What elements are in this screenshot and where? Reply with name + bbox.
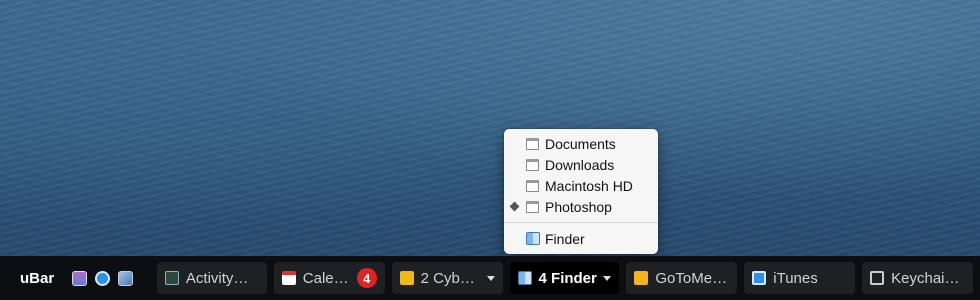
desktop-wallpaper xyxy=(0,0,980,256)
task-finder[interactable]: 4 Finder xyxy=(509,262,620,294)
task-label: iTunes xyxy=(773,269,818,287)
window-icon xyxy=(526,137,539,150)
current-window-diamond-icon xyxy=(509,201,520,212)
menu-item-label: Documents xyxy=(545,135,616,152)
task-label: Activity… xyxy=(185,269,249,287)
chevron-down-icon[interactable] xyxy=(486,276,495,281)
finder-window-menu: Documents Downloads Macintosh HD Photosh… xyxy=(504,129,658,254)
chevron-down-icon[interactable] xyxy=(603,276,612,281)
gotomeeting-icon xyxy=(634,271,649,285)
finder-icon xyxy=(526,232,540,245)
finder-icon xyxy=(517,271,532,285)
task-label: 2 Cyb… xyxy=(420,269,475,287)
cyberduck-icon xyxy=(399,271,414,285)
keychain-icon xyxy=(870,271,885,285)
taskbar: uBar Activity… Cale… 4 2 Cyb… 4 Finder G… xyxy=(0,256,980,300)
menu-item-downloads[interactable]: Downloads xyxy=(504,154,658,175)
task-keychain[interactable]: Keychai… xyxy=(862,262,974,294)
menu-item-finder[interactable]: Finder xyxy=(504,228,658,249)
preview-icon[interactable] xyxy=(117,270,133,286)
task-activity-monitor[interactable]: Activity… xyxy=(156,262,267,294)
task-itunes[interactable]: iTunes xyxy=(744,262,856,294)
ubar-brand[interactable]: uBar xyxy=(20,270,72,287)
task-label: Cale… xyxy=(302,269,349,287)
activity-monitor-icon xyxy=(164,271,179,285)
task-gotomeeting[interactable]: GoToMe… xyxy=(626,262,738,294)
window-icon xyxy=(526,200,539,213)
menu-separator xyxy=(504,222,658,223)
menu-item-documents[interactable]: Documents xyxy=(504,133,658,154)
calendar-icon xyxy=(281,271,296,285)
task-label: Keychai… xyxy=(891,269,960,287)
menu-item-macintosh-hd[interactable]: Macintosh HD xyxy=(504,175,658,196)
window-icon xyxy=(526,158,539,171)
task-label: 4 Finder xyxy=(538,269,597,287)
window-icon xyxy=(526,179,539,192)
task-calendar[interactable]: Cale… 4 xyxy=(273,262,385,294)
photo-browser-icon[interactable] xyxy=(71,270,87,286)
task-label: GoToMe… xyxy=(655,269,728,287)
itunes-icon xyxy=(752,271,767,285)
menu-item-label: Macintosh HD xyxy=(545,177,633,194)
task-cyberduck[interactable]: 2 Cyb… xyxy=(391,262,503,294)
menu-item-label: Photoshop xyxy=(545,198,612,215)
notification-badge: 4 xyxy=(356,268,377,288)
itunes-icon[interactable] xyxy=(94,270,110,286)
menu-item-label: Downloads xyxy=(545,156,615,173)
menu-item-photoshop[interactable]: Photoshop xyxy=(504,196,658,217)
menu-item-label: Finder xyxy=(545,230,585,247)
